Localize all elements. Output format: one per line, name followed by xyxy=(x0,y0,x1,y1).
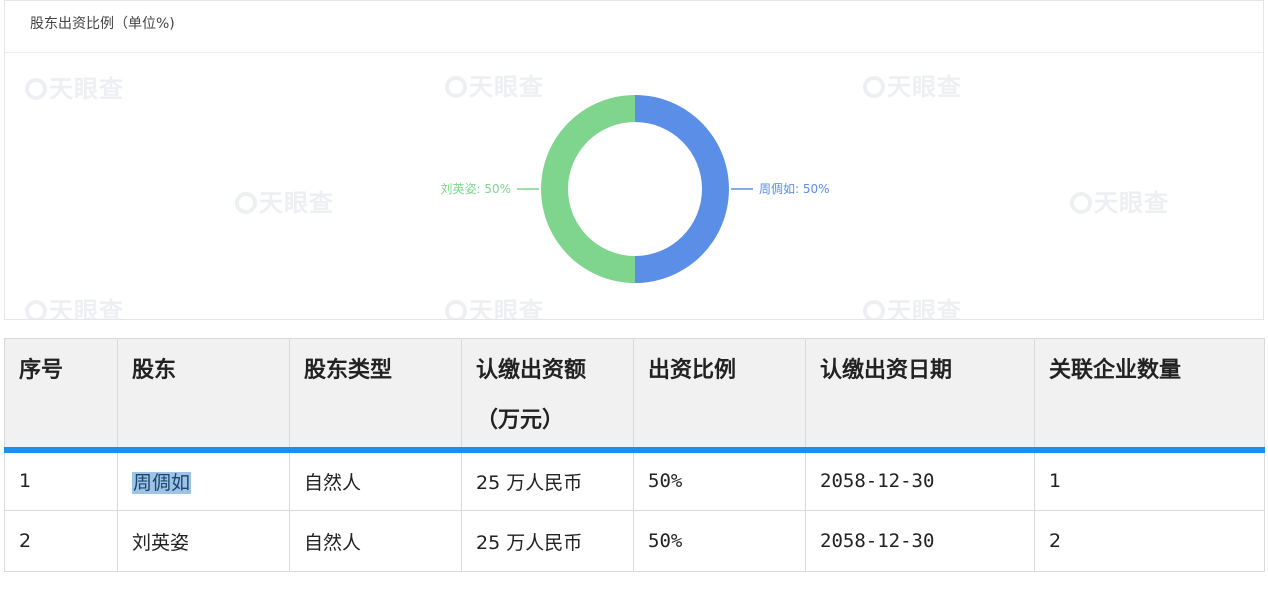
table-row: 2 刘英姿 自然人 25 万人民币 50% 2058-12-30 2 xyxy=(4,510,1265,572)
cell-holder[interactable]: 刘英姿 xyxy=(117,510,290,572)
col-header-amount-unit: （万元） xyxy=(476,408,565,433)
donut-chart: 周倜如: 50% 刘英姿: 50% xyxy=(440,95,830,283)
slice-label-0: 周倜如: 50% xyxy=(759,181,830,196)
shareholder-table: 序号 股东 股东类型 认缴出资额 （万元） 出资比例 认缴出资日期 关联企业数量… xyxy=(4,338,1265,572)
col-header-date: 认缴出资日期 xyxy=(805,338,1035,453)
table-row: 1 周倜如 自然人 25 万人民币 50% 2058-12-30 1 xyxy=(4,449,1265,511)
cell-ratio: 50% xyxy=(633,449,806,511)
cell-type: 自然人 xyxy=(289,510,462,572)
holder-link[interactable]: 周倜如 xyxy=(132,471,192,494)
cell-index: 1 xyxy=(4,449,118,511)
panel-title: 股东出资比例（单位%) xyxy=(5,1,1263,53)
shareholding-panel: 股东出资比例（单位%) 天眼查 天眼查 天眼查 天眼查 天眼查 天眼查 天眼查 … xyxy=(4,0,1264,320)
pie-slice-1[interactable] xyxy=(541,95,635,283)
col-header-holder: 股东 xyxy=(117,338,290,453)
cell-holder[interactable]: 周倜如 xyxy=(117,449,290,511)
pie-slice-0[interactable] xyxy=(635,95,729,283)
cell-date: 2058-12-30 xyxy=(805,510,1035,572)
col-header-amount-label: 认缴出资额 xyxy=(476,358,587,383)
cell-amount: 25 万人民币 xyxy=(461,510,634,572)
col-header-ratio: 出资比例 xyxy=(633,338,806,453)
cell-type: 自然人 xyxy=(289,449,462,511)
cell-date: 2058-12-30 xyxy=(805,449,1035,511)
slice-label-1: 刘英姿: 50% xyxy=(440,182,511,196)
col-header-index: 序号 xyxy=(4,338,118,453)
cell-index: 2 xyxy=(4,510,118,572)
cell-related[interactable]: 2 xyxy=(1034,510,1265,572)
col-header-related: 关联企业数量 xyxy=(1034,338,1265,453)
col-header-type: 股东类型 xyxy=(289,338,462,453)
col-header-amount: 认缴出资额 （万元） xyxy=(461,338,634,453)
cell-amount: 25 万人民币 xyxy=(461,449,634,511)
cell-ratio: 50% xyxy=(633,510,806,572)
table-header-row: 序号 股东 股东类型 认缴出资额 （万元） 出资比例 认缴出资日期 关联企业数量 xyxy=(4,338,1265,453)
chart-area: 天眼查 天眼查 天眼查 天眼查 天眼查 天眼查 天眼查 天眼查 周倜如: 50%… xyxy=(5,53,1263,319)
cell-related[interactable]: 1 xyxy=(1034,449,1265,511)
